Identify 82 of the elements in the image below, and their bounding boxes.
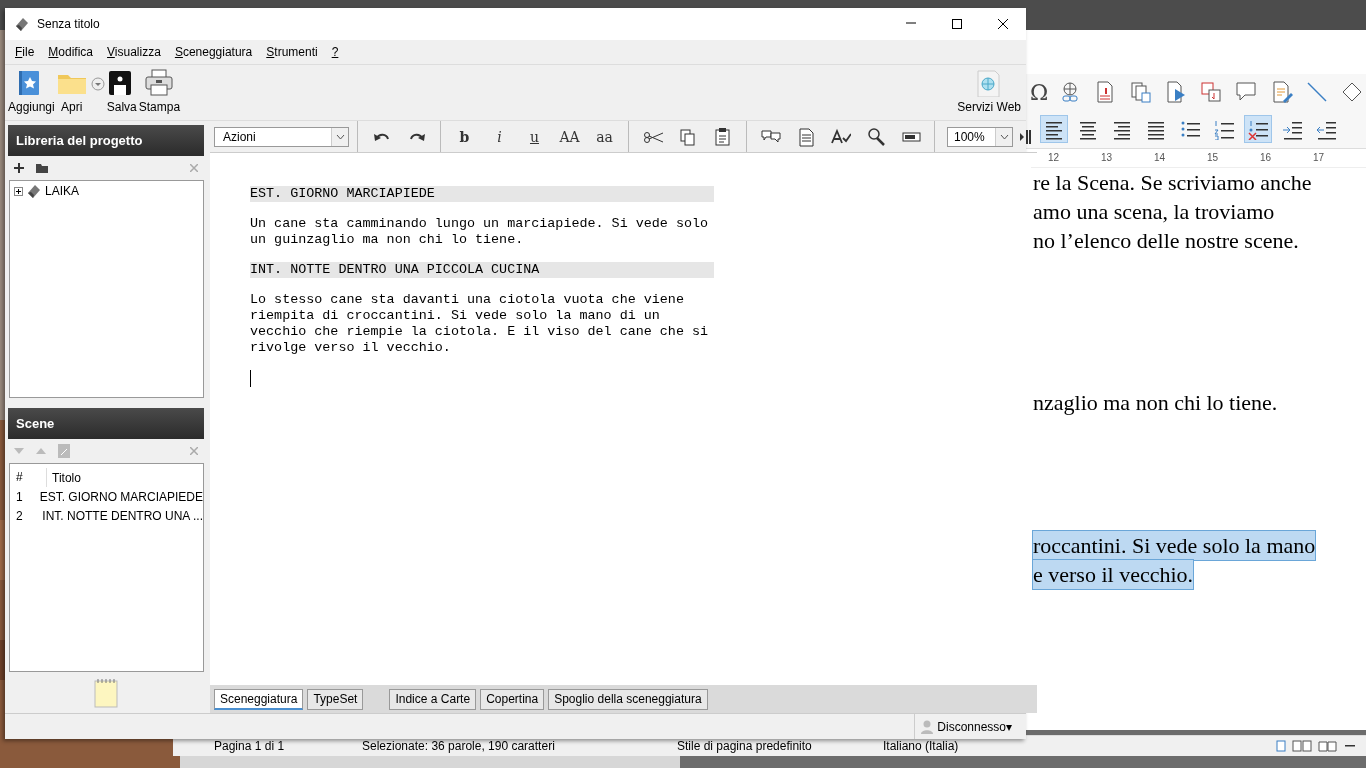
panel-header: Scene: [8, 408, 204, 439]
page-arrow-icon[interactable]: [1164, 81, 1187, 103]
menu-item[interactable]: Visualizza: [100, 45, 168, 59]
underline-button[interactable]: u: [517, 124, 552, 149]
folder-icon[interactable]: [36, 163, 48, 173]
window-title: Senza titolo: [37, 17, 100, 31]
app-icon: [15, 17, 29, 31]
plus-icon[interactable]: [14, 163, 24, 173]
numbered-list-icon: [1213, 118, 1235, 140]
italic-button[interactable]: i: [482, 124, 517, 149]
toolbar-button[interactable]: Salva: [105, 65, 138, 114]
toolbar-button[interactable]: Apri: [55, 65, 88, 114]
toolbar-button[interactable]: Stampa: [137, 65, 182, 114]
column-header[interactable]: Titolo: [47, 470, 81, 485]
lower-button[interactable]: aa: [587, 124, 622, 149]
tab[interactable]: Indice a Carte: [389, 688, 477, 710]
copy-icon[interactable]: [677, 126, 698, 147]
action-paragraph: Lo stesso cane sta davanti una ciotola vuota che viene riempita di croccantini. Si vede solo la mano di un vecchio che riempie la ciotola. E il viso del cane che si rivolge verso il vecchio.: [250, 292, 709, 356]
status-text: Italiano (Italia): [883, 739, 960, 753]
table-cell-text: 1: [15, 489, 24, 504]
toolbar-button[interactable]: Servizi Web: [956, 65, 1022, 114]
chevron-down-icon: [999, 133, 1009, 140]
tree-item[interactable]: LAIKA: [45, 184, 80, 198]
diamond-icon[interactable]: [1341, 81, 1364, 103]
connection-button[interactable]: Disconnesso▾: [914, 714, 1026, 739]
actions-dropdown[interactable]: Azioni: [214, 126, 349, 147]
status-text: Pagina 1 di 1: [214, 739, 286, 753]
table-cell-text: 2: [15, 508, 24, 523]
menu-item[interactable]: Sceneggiatura: [167, 45, 260, 59]
close-icon: [997, 18, 1009, 30]
maximize-icon: [951, 18, 963, 30]
table-cell: INT. NOTTE DENTRO UNA ...: [42, 508, 203, 523]
book-view-icon[interactable]: [1318, 740, 1338, 752]
ruler-number: 16: [1260, 151, 1273, 165]
document-text-line: re la Scena. Se scriviamo anche: [1033, 169, 1312, 197]
line-icon[interactable]: [1306, 81, 1329, 103]
tab[interactable]: Sceneggiatura: [214, 688, 304, 710]
ruler-number: 14: [1154, 151, 1167, 165]
expand-icon[interactable]: [14, 186, 23, 196]
action-paragraph: Un cane sta camminando lungo un marciapiede. Si vede solo un guinzaglio ma non chi lo tiene.: [250, 216, 709, 248]
printer-icon: [144, 69, 175, 97]
table-cell: EST. GIORNO MARCIAPIEDE: [39, 489, 203, 504]
panel-header: Libreria del progetto: [8, 125, 204, 156]
status-text: Stile di pagina predefinito: [677, 739, 813, 753]
menu-item[interactable]: File: [8, 45, 42, 59]
cross-reference-icon[interactable]: [1200, 81, 1223, 103]
menu-item[interactable]: Modifica: [41, 45, 101, 59]
ruler-number: 12: [1048, 151, 1061, 165]
upper-button[interactable]: AA: [552, 124, 587, 149]
status-text: Selezionate: 36 parole, 190 caratteri: [362, 739, 556, 753]
pages-icon[interactable]: [1129, 81, 1152, 103]
multi-page-view-icon[interactable]: [1292, 740, 1312, 752]
dropdown-circle-icon: [90, 77, 105, 91]
zoom-dropdown[interactable]: 100%: [947, 126, 1013, 147]
document-text-line: no l’elenco delle nostre scene.: [1033, 227, 1299, 255]
single-page-view-icon[interactable]: [1276, 740, 1286, 752]
magnifier-icon[interactable]: [865, 126, 886, 147]
tab[interactable]: Copertina: [480, 688, 545, 710]
toolbar-button[interactable]: Aggiungi: [7, 65, 56, 114]
track-changes-icon[interactable]: [1270, 81, 1293, 103]
ruler-number: 17: [1313, 151, 1326, 165]
ruler-number: 13: [1101, 151, 1114, 165]
document-text-line: nzaglio ma non chi lo tiene.: [1033, 389, 1278, 417]
chevron-down-icon: [335, 133, 345, 140]
tab[interactable]: Spoglio della sceneggiatura: [548, 688, 708, 710]
column-header[interactable]: #: [10, 468, 47, 487]
text-cursor: [250, 370, 251, 387]
scene-heading: INT. NOTTE DENTRO UNA PICCOLA CUCINA: [250, 262, 714, 278]
special-character-button[interactable]: Ω: [1030, 79, 1049, 105]
ruler-number: 15: [1207, 151, 1220, 165]
scene-heading: EST. GIORNO MARCIAPIEDE: [250, 186, 714, 202]
user-icon: [921, 719, 934, 734]
no-list-icon: [1247, 118, 1269, 140]
tab[interactable]: TypeSet: [307, 688, 364, 710]
clipboard-icon[interactable]: [712, 126, 733, 147]
document-text-line: amo una scena, la troviamo: [1033, 198, 1275, 226]
menu-item[interactable]: Strumenti: [259, 45, 325, 59]
bold-button[interactable]: b: [447, 124, 482, 149]
align-left-button[interactable]: [1040, 115, 1068, 143]
panel-toggle-icon[interactable]: [1019, 128, 1031, 145]
menu-item[interactable]: ?: [324, 45, 346, 59]
no-list-button[interactable]: [1244, 115, 1272, 143]
